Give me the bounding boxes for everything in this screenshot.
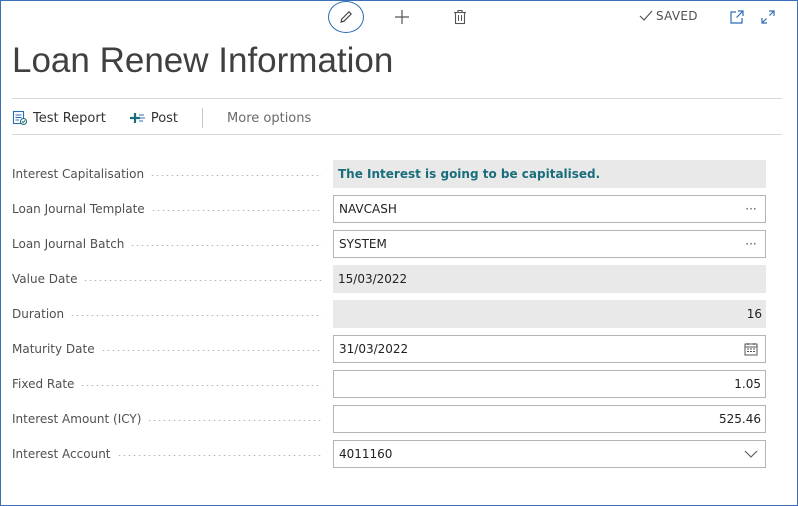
field-label-wrap: Fixed Rate xyxy=(12,370,328,398)
lookup-ellipsis-icon[interactable]: ··· xyxy=(742,235,760,253)
action-separator xyxy=(202,108,204,128)
interest-account-select[interactable]: 4011160 xyxy=(333,440,766,468)
dotted-leader xyxy=(83,279,322,281)
test-report-label: Test Report xyxy=(33,110,106,126)
dotted-leader xyxy=(150,209,322,211)
field-label-wrap: Maturity Date xyxy=(12,335,328,363)
field-label-wrap: Interest Account xyxy=(12,440,328,468)
top-action-bar: SAVED xyxy=(1,1,797,35)
dotted-leader xyxy=(150,174,322,176)
field-label-wrap: Duration xyxy=(12,300,328,328)
field-maturity-date: Maturity Date 31/03/2022 xyxy=(12,335,766,363)
value-date-value: 15/03/2022 xyxy=(333,265,766,293)
field-value-text: 1.05 xyxy=(734,377,761,391)
saved-status: SAVED xyxy=(639,9,698,23)
field-fixed-rate: Fixed Rate 1.05 xyxy=(12,370,766,398)
test-report-button[interactable]: Test Report xyxy=(12,110,106,126)
new-button[interactable] xyxy=(391,6,413,28)
saved-label: SAVED xyxy=(656,9,698,23)
duration-value: 16 xyxy=(333,300,766,328)
edit-button[interactable] xyxy=(328,1,364,33)
delete-button[interactable] xyxy=(450,6,470,28)
field-loan-journal-template: Loan Journal Template NAVCASH ··· xyxy=(12,195,766,223)
post-label: Post xyxy=(150,110,179,126)
plus-icon xyxy=(395,10,409,24)
dotted-leader xyxy=(116,454,322,456)
field-label: Fixed Rate xyxy=(12,377,75,391)
dotted-leader xyxy=(70,314,322,316)
title-divider xyxy=(12,98,782,99)
interest-capitalisation-value: The Interest is going to be capitalised. xyxy=(333,160,766,188)
field-value-text: 31/03/2022 xyxy=(339,342,409,356)
field-label: Loan Journal Batch xyxy=(12,237,125,251)
check-icon xyxy=(639,10,653,21)
field-value-text: 4011160 xyxy=(339,447,393,461)
field-duration: Duration 16 xyxy=(12,300,766,328)
dotted-leader xyxy=(147,419,322,421)
field-label-wrap: Loan Journal Template xyxy=(12,195,328,223)
loan-journal-batch-input[interactable]: SYSTEM ··· xyxy=(333,230,766,258)
field-value-text: 525.46 xyxy=(719,412,761,426)
chevron-down-icon[interactable] xyxy=(742,445,760,463)
page-title: Loan Renew Information xyxy=(12,41,394,80)
field-value-text: NAVCASH xyxy=(339,202,397,216)
field-value-text: SYSTEM xyxy=(339,237,387,251)
field-label: Maturity Date xyxy=(12,342,95,356)
loan-journal-template-input[interactable]: NAVCASH ··· xyxy=(333,195,766,223)
dotted-leader xyxy=(130,244,322,246)
report-icon xyxy=(12,110,28,126)
popout-icon xyxy=(730,10,744,24)
field-label-wrap: Interest Amount (ICY) xyxy=(12,405,328,433)
expand-button[interactable] xyxy=(759,8,777,26)
dotted-leader xyxy=(80,384,322,386)
field-value-date: Value Date 15/03/2022 xyxy=(12,265,766,293)
pencil-icon xyxy=(340,11,352,23)
field-label-wrap: Loan Journal Batch xyxy=(12,230,328,258)
post-button[interactable]: Post xyxy=(129,110,179,126)
dotted-leader xyxy=(100,349,322,351)
field-label-wrap: Interest Capitalisation xyxy=(12,160,328,188)
page-frame: SAVED Loan Renew Information Test Report xyxy=(0,0,798,506)
fixed-rate-input[interactable]: 1.05 xyxy=(333,370,766,398)
more-options-button[interactable]: More options xyxy=(227,111,311,126)
field-label: Duration xyxy=(12,307,65,321)
post-icon xyxy=(129,113,145,123)
calendar-icon[interactable] xyxy=(742,340,760,358)
field-loan-journal-batch: Loan Journal Batch SYSTEM ··· xyxy=(12,230,766,258)
field-interest-capitalisation: Interest Capitalisation The Interest is … xyxy=(12,160,766,188)
field-interest-account: Interest Account 4011160 xyxy=(12,440,766,468)
field-label: Loan Journal Template xyxy=(12,202,145,216)
field-label: Interest Amount (ICY) xyxy=(12,412,142,426)
expand-icon xyxy=(761,10,775,24)
trash-icon xyxy=(454,9,466,25)
interest-amount-input[interactable]: 525.46 xyxy=(333,405,766,433)
field-value-text: 16 xyxy=(746,307,762,321)
maturity-date-input[interactable]: 31/03/2022 xyxy=(333,335,766,363)
field-value-text: 15/03/2022 xyxy=(338,272,408,286)
lookup-ellipsis-icon[interactable]: ··· xyxy=(742,200,760,218)
field-label-wrap: Value Date xyxy=(12,265,328,293)
field-interest-amount: Interest Amount (ICY) 525.46 xyxy=(12,405,766,433)
field-value-text: The Interest is going to be capitalised. xyxy=(338,167,601,181)
popout-button[interactable] xyxy=(728,8,746,26)
field-label: Value Date xyxy=(12,272,78,286)
actions-divider xyxy=(12,134,782,135)
field-label: Interest Capitalisation xyxy=(12,167,145,181)
more-options-label: More options xyxy=(227,110,312,126)
action-bar: Test Report Post More options xyxy=(12,107,311,129)
field-label: Interest Account xyxy=(12,447,111,461)
